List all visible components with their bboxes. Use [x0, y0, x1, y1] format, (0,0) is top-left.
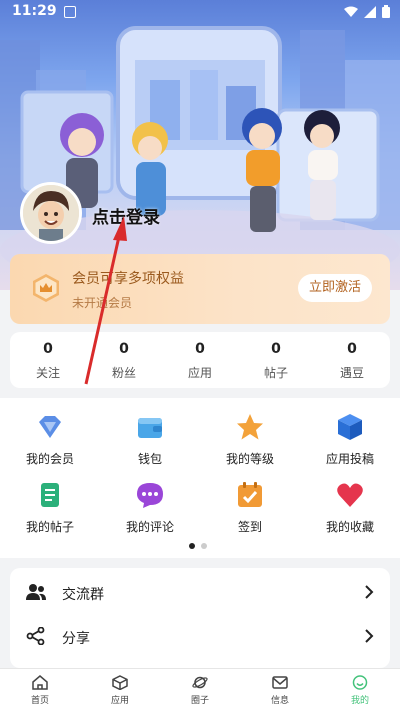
- stat-posts[interactable]: 0 帖子: [238, 332, 314, 388]
- tab-label: 圈子: [190, 696, 209, 706]
- diamond-icon: [39, 416, 61, 438]
- crown-icon: [33, 274, 59, 302]
- stat-label: 应用: [187, 366, 212, 380]
- settings-list: 交流群 分享: [10, 568, 390, 668]
- stat-label: 关注: [35, 366, 60, 380]
- membership-title: 会员可享多项权益: [72, 271, 184, 287]
- stat-apps[interactable]: 0 应用: [162, 332, 238, 388]
- signal-icon: [364, 5, 376, 18]
- calendar-check-icon: [238, 482, 262, 507]
- wifi-icon: [344, 6, 358, 17]
- page-indicator: [189, 543, 207, 549]
- tab-home[interactable]: 首页: [0, 669, 80, 712]
- list-item-label: 交流群: [62, 587, 104, 603]
- page-dot: [201, 543, 207, 549]
- comment-icon: [137, 483, 163, 508]
- profile-header-banner: 11:29: [0, 0, 400, 290]
- stat-value: 0: [119, 341, 129, 357]
- tab-messages[interactable]: 信息: [240, 669, 320, 712]
- grid-label: 签到: [237, 520, 262, 534]
- bottom-tab-bar: 首页 应用 圈子 信息 我的: [0, 668, 400, 712]
- grid-item-wallet[interactable]: 钱包: [100, 412, 200, 467]
- tab-apps[interactable]: 应用: [80, 669, 160, 712]
- heart-icon: [337, 483, 363, 507]
- login-prompt[interactable]: 点击登录: [92, 203, 160, 228]
- stat-followers[interactable]: 0 粉丝: [86, 332, 162, 388]
- status-icons: [344, 5, 390, 18]
- stat-label: 帖子: [263, 366, 288, 380]
- scroll-icon: [41, 483, 59, 507]
- status-time: 11:29: [12, 3, 57, 19]
- activate-button[interactable]: 立即激活: [298, 274, 372, 302]
- tab-mine[interactable]: 我的: [320, 669, 400, 712]
- tab-circle[interactable]: 圈子: [160, 669, 240, 712]
- star-icon: [237, 414, 263, 440]
- stat-value: 0: [43, 341, 53, 357]
- avatar-image: [23, 185, 79, 241]
- tab-label: 我的: [350, 696, 369, 706]
- chevron-right-icon: [365, 629, 374, 643]
- grid-label: 我的收藏: [325, 520, 374, 534]
- grid-item-checkin[interactable]: 签到: [200, 480, 300, 535]
- grid-label: 我的帖子: [25, 520, 74, 534]
- stats-bar: 0 关注 0 粉丝 0 应用 0 帖子 0 遇豆: [10, 332, 390, 388]
- avatar[interactable]: [20, 182, 82, 244]
- grid-item-my-posts[interactable]: 我的帖子: [0, 480, 100, 535]
- home-icon: [32, 675, 48, 690]
- planet-icon: [192, 676, 208, 689]
- grid-item-level[interactable]: 我的等级: [200, 412, 300, 467]
- stat-following[interactable]: 0 关注: [10, 332, 86, 388]
- notification-icon: [64, 6, 76, 18]
- mail-icon: [272, 676, 288, 689]
- stat-value: 0: [347, 341, 357, 357]
- grid-item-membership[interactable]: 我的会员: [0, 412, 100, 467]
- grid-label: 应用投稿: [325, 452, 374, 466]
- hero-illustration: [0, 26, 400, 290]
- feature-grid: 我的会员 钱包 我的等级 应用投稿 我的帖子 我的评论 签到 我的收藏: [0, 398, 400, 558]
- status-bar: 11:29: [0, 0, 400, 24]
- grid-label: 我的评论: [125, 520, 174, 534]
- list-item-label: 分享: [62, 631, 90, 647]
- list-item-share[interactable]: 分享: [10, 614, 390, 658]
- grid-item-favorites[interactable]: 我的收藏: [300, 480, 400, 535]
- grid-item-my-comments[interactable]: 我的评论: [100, 480, 200, 535]
- smile-icon: [352, 675, 368, 690]
- grid-label: 我的会员: [25, 452, 74, 466]
- membership-banner: 会员可享多项权益 未开通会员 立即激活: [10, 254, 390, 324]
- wallet-icon: [138, 418, 162, 438]
- page-dot-active: [189, 543, 195, 549]
- stat-label: 遇豆: [339, 366, 364, 380]
- chevron-right-icon: [365, 585, 374, 599]
- stat-value: 0: [195, 341, 205, 357]
- stat-label: 粉丝: [111, 366, 136, 380]
- share-icon: [26, 627, 45, 645]
- battery-icon: [382, 5, 390, 18]
- group-icon: [26, 584, 46, 600]
- apps-cube-icon: [112, 675, 128, 690]
- tab-label: 信息: [270, 696, 289, 706]
- cube-icon: [338, 414, 362, 440]
- grid-label: 钱包: [137, 452, 162, 466]
- grid-label: 我的等级: [225, 452, 274, 466]
- tab-label: 首页: [30, 696, 49, 706]
- stat-value: 0: [271, 341, 281, 357]
- stat-beans[interactable]: 0 遇豆: [314, 332, 390, 388]
- list-item-group-chat[interactable]: 交流群: [10, 570, 390, 614]
- membership-status: 未开通会员: [72, 296, 133, 310]
- grid-item-submit-app[interactable]: 应用投稿: [300, 412, 400, 467]
- tab-label: 应用: [110, 696, 129, 706]
